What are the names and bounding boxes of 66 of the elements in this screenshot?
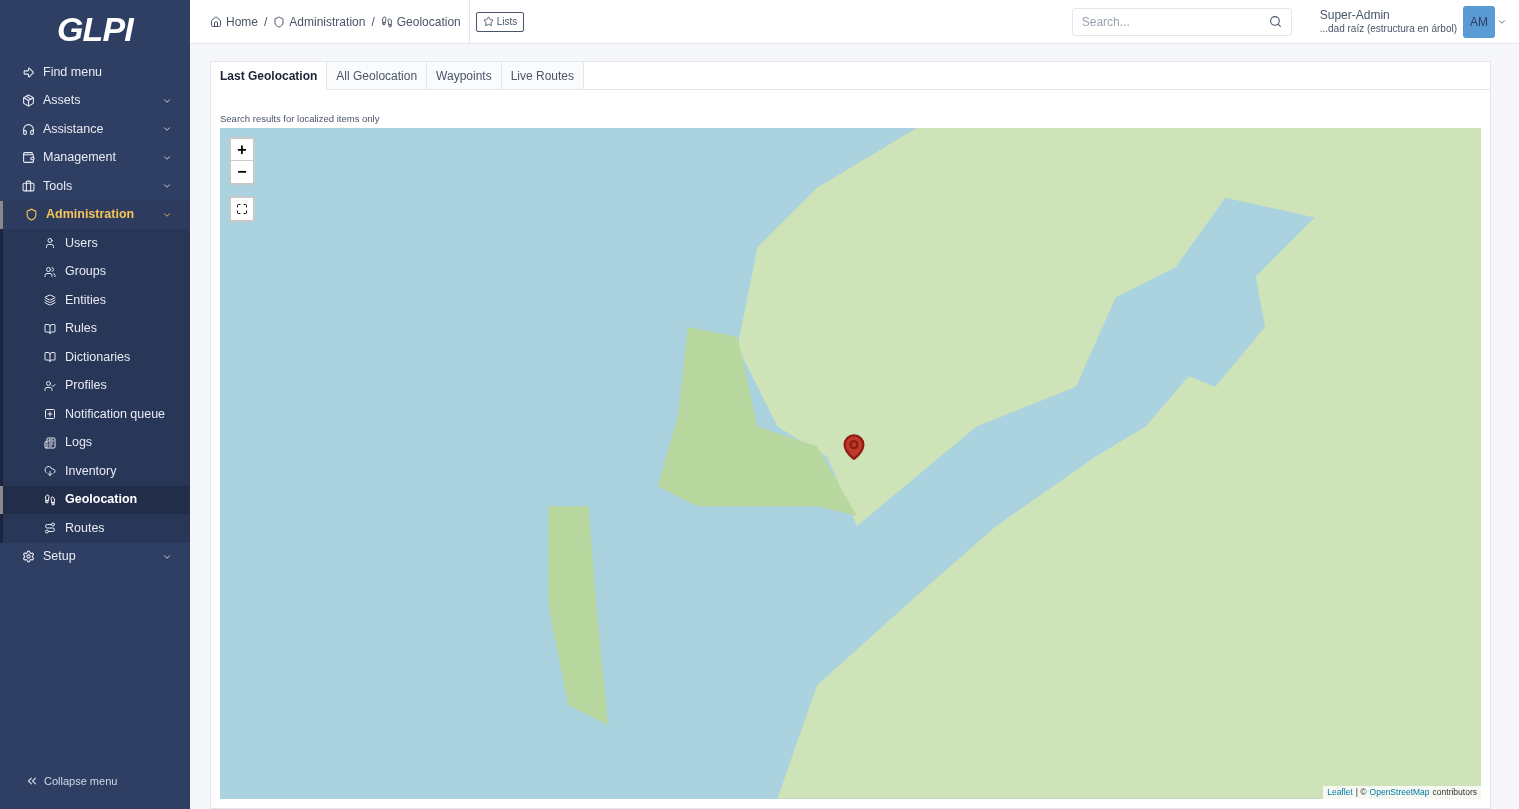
route-icon bbox=[44, 522, 56, 535]
openstreetmap-link[interactable]: OpenStreetMap bbox=[1369, 786, 1430, 799]
menu-item[interactable]: Find menu bbox=[0, 58, 190, 87]
breadcrumb-link[interactable]: Administration bbox=[273, 12, 366, 31]
square-plus-icon bbox=[44, 408, 56, 421]
zoom-in-button[interactable]: + bbox=[231, 139, 253, 162]
caption: Search results for localized items only bbox=[220, 112, 381, 126]
tab[interactable]: Waypoints bbox=[427, 62, 502, 89]
footprints-icon bbox=[380, 15, 393, 28]
avatar[interactable]: AM bbox=[1463, 5, 1495, 38]
lists-button[interactable]: Lists bbox=[475, 11, 525, 32]
submenu-item[interactable]: Logs bbox=[3, 428, 190, 457]
leaflet-link[interactable]: Leaflet bbox=[1327, 786, 1353, 799]
arrow-icon bbox=[22, 65, 35, 79]
shield-icon bbox=[25, 208, 38, 222]
submenu-item[interactable]: Rules bbox=[3, 314, 190, 343]
submenu-item[interactable]: Entities bbox=[3, 286, 190, 315]
briefcase-icon bbox=[22, 179, 35, 193]
logo[interactable]: GLPI bbox=[57, 3, 133, 55]
attribution-text: contributors bbox=[1432, 786, 1477, 799]
layers-icon bbox=[44, 294, 56, 307]
submenu-item[interactable]: Dictionaries bbox=[3, 343, 190, 372]
menu-item[interactable]: Setup bbox=[0, 542, 190, 571]
search-field[interactable]: Search... bbox=[1071, 7, 1292, 36]
submenu-item[interactable]: Inventory bbox=[3, 457, 190, 486]
headset-icon bbox=[22, 122, 35, 136]
cloud-download-icon bbox=[44, 465, 56, 478]
book-icon bbox=[44, 351, 56, 364]
attribution-separator: | © bbox=[1355, 786, 1367, 799]
user-icon bbox=[44, 237, 56, 250]
tab[interactable]: Last Geolocation bbox=[211, 62, 328, 90]
breadcrumb-link[interactable]: Geolocation bbox=[380, 12, 461, 31]
tab[interactable]: All Geolocation bbox=[327, 62, 428, 89]
breadcrumb-link[interactable]: Home bbox=[210, 12, 258, 31]
zoom-out-button[interactable]: − bbox=[231, 161, 253, 184]
submenu-item[interactable]: Groups bbox=[3, 257, 190, 286]
menu-item[interactable]: Assets bbox=[0, 86, 190, 115]
shield-icon bbox=[273, 15, 286, 28]
breadcrumb-separator: / bbox=[371, 13, 375, 31]
book-icon bbox=[44, 322, 56, 335]
submenu-item[interactable]: Geolocation bbox=[0, 485, 190, 514]
menu-item[interactable]: Tools bbox=[0, 172, 190, 201]
wallet-icon bbox=[22, 151, 35, 165]
submenu-item[interactable]: Notification queue bbox=[3, 400, 190, 429]
entity-name: ...dad raíz (estructura en árbol) bbox=[1319, 22, 1457, 36]
menu-item[interactable]: Management bbox=[0, 143, 190, 172]
submenu-item[interactable]: Profiles bbox=[3, 371, 190, 400]
star-icon bbox=[482, 16, 494, 27]
box-icon bbox=[22, 94, 35, 108]
settings-icon bbox=[22, 550, 35, 564]
search-icon[interactable] bbox=[1268, 14, 1282, 28]
users-icon bbox=[44, 265, 56, 278]
newspaper-icon bbox=[44, 436, 56, 449]
collapse-menu-button[interactable]: Collapse menu bbox=[0, 772, 190, 809]
user-check-icon bbox=[44, 379, 56, 392]
menu-item[interactable]: Administration bbox=[0, 200, 190, 229]
fullscreen-icon bbox=[236, 203, 248, 216]
submenu-item[interactable]: Users bbox=[3, 229, 190, 258]
menu-item[interactable]: Assistance bbox=[0, 115, 190, 144]
breadcrumb-separator: / bbox=[264, 13, 268, 31]
fullscreen-button[interactable] bbox=[229, 196, 255, 223]
footprints-icon bbox=[44, 493, 56, 506]
submenu-item[interactable]: Routes bbox=[3, 514, 190, 543]
home-icon bbox=[210, 15, 222, 28]
user-name: Super-Admin bbox=[1319, 7, 1391, 23]
tab[interactable]: Live Routes bbox=[501, 62, 585, 89]
